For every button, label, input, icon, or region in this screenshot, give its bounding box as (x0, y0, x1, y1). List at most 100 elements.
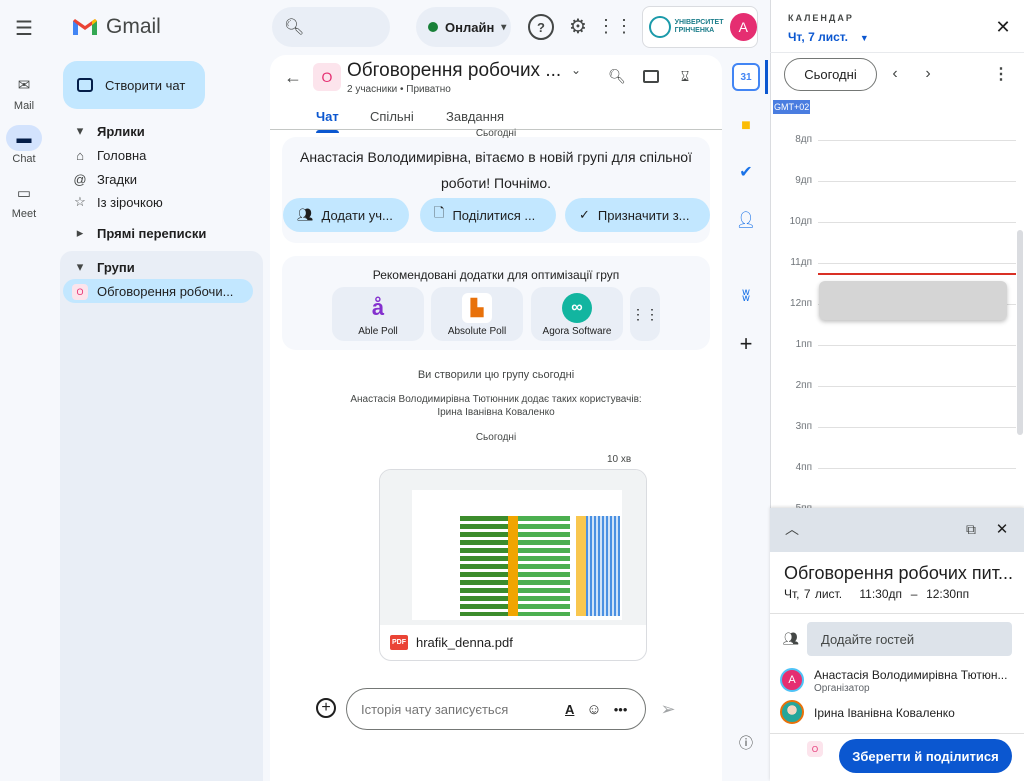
apps-grid-icon[interactable]: ⋮⋮ (597, 13, 633, 39)
draft-event-block[interactable] (819, 281, 1007, 320)
chat-title[interactable]: Обговорення робочих ... (347, 60, 561, 82)
timezone-label: GMT+02 (773, 100, 811, 114)
search-bar[interactable]: 🔍︎ (272, 7, 390, 47)
search-icon: 🔍︎ (284, 19, 305, 36)
hour-label: 4пп (795, 462, 812, 473)
hour-label: 2пп (795, 380, 812, 391)
calendar-date-picker[interactable]: Чт, 7 лист. ▼ (788, 30, 869, 44)
guest-role: Організатор (814, 683, 870, 694)
keep-icon[interactable]: ■ (732, 112, 760, 140)
sidebar-group-item[interactable]: О Обговорення робочи... (63, 279, 253, 303)
guests-icon: 👥︎ (782, 631, 800, 646)
app-agora-software[interactable]: ∞ Agora Software (531, 287, 623, 341)
now-indicator (818, 273, 1016, 275)
settings-gear-icon[interactable]: ⚙ (565, 13, 591, 39)
close-event-icon[interactable]: ✕ (993, 520, 1011, 538)
calendar-scrollbar[interactable] (1017, 230, 1023, 435)
search-chat-icon[interactable]: 🔍︎ (607, 66, 627, 86)
contacts-icon[interactable]: 👤︎ (732, 206, 760, 234)
group-avatar: О (72, 283, 88, 300)
mail-icon: ✉ (17, 77, 31, 94)
event-title[interactable]: Обговорення робочих пит... (784, 563, 1013, 584)
hourglass-icon[interactable]: ⌛︎ (675, 66, 695, 86)
new-chat-icon (77, 78, 93, 92)
file-add-icon: 🗋 (434, 205, 445, 220)
system-message-created: Ви створили цю групу сьогодні (417, 369, 575, 381)
main-menu-icon[interactable]: ☰ (10, 14, 38, 42)
hour-label: 8дп (795, 134, 812, 145)
sidebar-item-mentions[interactable]: @ Згадки (63, 167, 253, 191)
calendar-app-icon[interactable]: 31 (732, 63, 760, 91)
group-chip: О (807, 741, 823, 757)
direct-messages-toggle[interactable]: ▸ Прямі переписки (63, 221, 253, 245)
gmail-logo[interactable]: Gmail (72, 15, 161, 39)
rail-mail[interactable]: ✉ Mail (0, 72, 48, 112)
hour-label: 10дп (789, 216, 812, 227)
more-options-icon[interactable]: ••• (614, 702, 628, 717)
agora-logo: ∞ (562, 293, 592, 323)
hour-gridline (818, 263, 1016, 264)
sidebar-item-starred[interactable]: ☆ Із зірочкою (63, 190, 253, 214)
hour-label: 9дп (795, 175, 812, 186)
event-datetime[interactable]: Чт, 7 лист. 11:30дп – 12:30пп (784, 587, 969, 601)
next-day-icon[interactable]: › (918, 64, 938, 84)
info-icon[interactable]: ⓘ (732, 729, 760, 757)
message-composer[interactable]: A ☺ ••• (346, 688, 646, 730)
collapse-icon[interactable]: ︿ (783, 520, 801, 538)
gmail-m-icon (73, 19, 97, 35)
chat-subtitle: 2 учасники • Приватно (347, 84, 451, 95)
groups-section-toggle[interactable]: ▾ Групи (63, 255, 253, 279)
message-input[interactable] (361, 701, 551, 717)
more-apps-button[interactable]: ⋮⋮ (630, 287, 660, 341)
apps-title: Рекомендовані додатки для оптимізації гр… (372, 268, 620, 282)
help-icon[interactable]: ? (528, 14, 554, 40)
search-input[interactable] (312, 19, 383, 35)
prev-day-icon[interactable]: ‹ (885, 64, 905, 84)
rail-meet[interactable]: ▭ Meet (0, 180, 48, 220)
add-members-button[interactable]: 👥︎ Додати уч... (283, 198, 409, 232)
file-attachment[interactable]: PDF hrafik_denna.pdf (379, 469, 647, 661)
add-guests-input[interactable]: Додайте гостей (807, 622, 1012, 656)
open-in-new-icon[interactable]: ⧉ (962, 520, 980, 538)
share-file-button[interactable]: 🗋 Поділитися ... (420, 198, 556, 232)
back-arrow-icon[interactable]: ← (282, 66, 304, 88)
tab-tasks[interactable]: Завдання (446, 109, 504, 124)
tab-shared[interactable]: Спільні (370, 109, 414, 124)
guest-name: Ірина Іванівна Коваленко (814, 706, 955, 720)
add-attachment-icon[interactable]: + (316, 698, 336, 718)
today-button[interactable]: Сьогодні (784, 58, 877, 91)
new-chat-button[interactable]: Створити чат (63, 61, 205, 109)
rail-chat[interactable]: ▬ Chat (0, 125, 48, 165)
task-add-icon: ✓ (579, 207, 590, 222)
guest-avatar: A (780, 668, 804, 692)
date-divider: Сьогодні (475, 128, 517, 139)
addon-icon[interactable]: ʬ (732, 283, 760, 311)
chat-title-chevron-icon[interactable]: ⌄ (571, 63, 581, 77)
guest-name: Анастасія Володимирівна Тютюн... (814, 668, 1008, 682)
send-icon[interactable]: ➢ (657, 698, 679, 720)
strip-active-indicator (765, 60, 768, 94)
message-time: 10 хв (607, 454, 632, 465)
video-icon: ▭ (16, 185, 32, 202)
app-absolute-poll[interactable]: ▙ Absolute Poll (431, 287, 523, 341)
status-dot-icon (428, 22, 438, 32)
labels-section-toggle[interactable]: ▾ Ярлики (63, 119, 253, 143)
account-avatar[interactable]: A (729, 13, 757, 41)
app-able-poll[interactable]: å Able Poll (332, 287, 424, 341)
pdf-icon: PDF (390, 635, 408, 650)
app-name: Gmail (106, 15, 161, 38)
sidebar-item-home[interactable]: ⌂ Головна (63, 143, 253, 167)
save-and-share-button[interactable]: Зберегти й поділитися (839, 739, 1012, 773)
status-selector[interactable]: Онлайн ▾ (416, 7, 511, 47)
pip-icon[interactable] (643, 70, 659, 83)
assign-task-button[interactable]: ✓ Призначити з... (565, 198, 710, 232)
account-switcher[interactable]: УНІВЕРСИТЕТ ГРІНЧЕНКА A (642, 6, 758, 48)
emoji-icon[interactable]: ☺ (586, 701, 601, 718)
add-addon-icon[interactable]: + (732, 330, 760, 358)
format-text-icon[interactable]: A (565, 702, 574, 717)
welcome-text: Анастасія Володимирівна, вітаємо в новій… (300, 149, 692, 191)
more-vert-icon[interactable]: ⋮ (991, 64, 1011, 84)
tasks-icon[interactable]: ✔ (732, 158, 760, 186)
close-calendar-icon[interactable]: ✕ (993, 17, 1013, 37)
chevron-down-icon: ▾ (501, 21, 507, 33)
